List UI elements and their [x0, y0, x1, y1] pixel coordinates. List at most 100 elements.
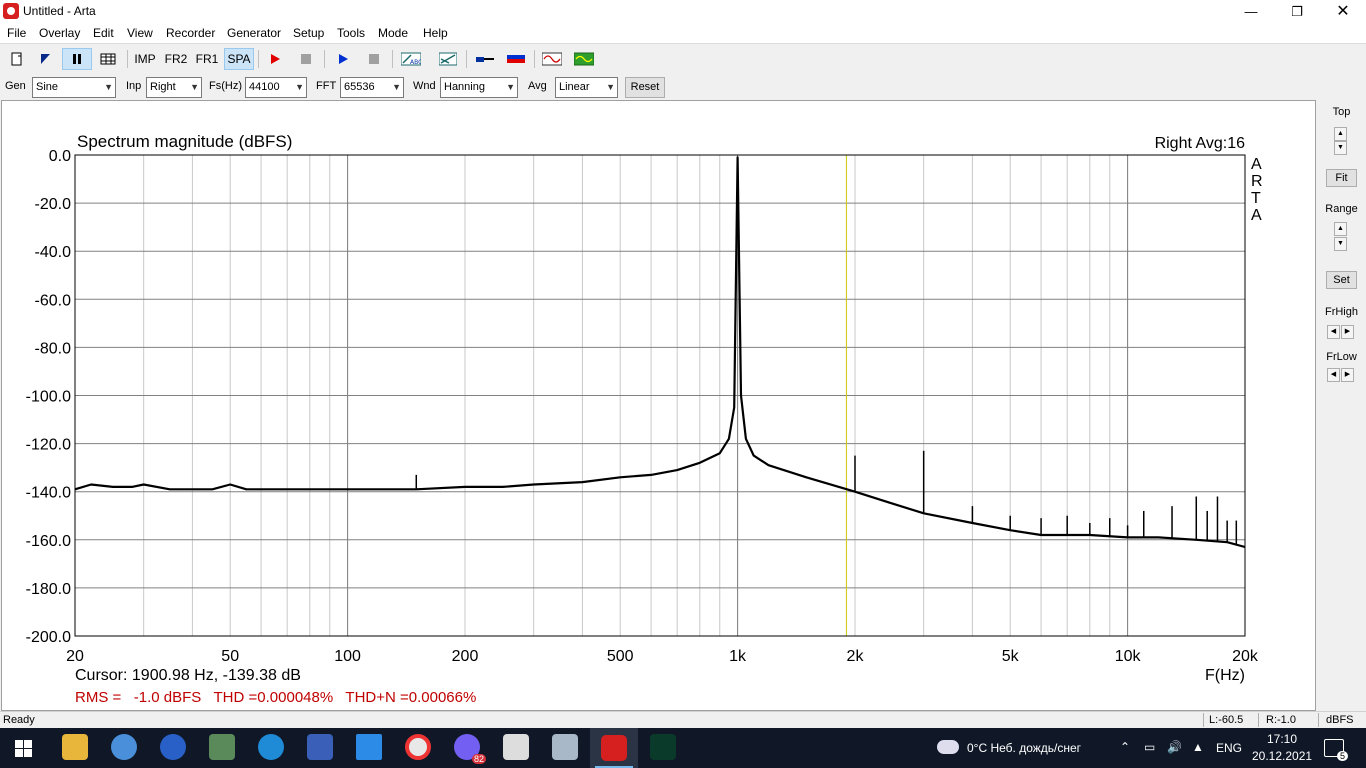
record-play-icon[interactable]	[264, 48, 286, 70]
chrome-browser-icon[interactable]	[405, 734, 431, 760]
usa-app-icon[interactable]	[503, 734, 529, 760]
menu-view[interactable]: View	[127, 26, 153, 40]
y-tick-label: -140.0	[26, 485, 71, 502]
scale-panel: Top ▲ ▼ Fit Range ▲ ▼ Set FrHigh ◀ ▶ FrL…	[1317, 100, 1366, 711]
top-down-arrow-icon[interactable]: ▼	[1334, 141, 1347, 155]
floppy-save-icon[interactable]	[307, 734, 333, 760]
menu-recorder[interactable]: Recorder	[166, 26, 215, 40]
frlow-right-arrow-icon[interactable]: ▶	[1341, 368, 1354, 382]
generator-play-icon[interactable]	[332, 48, 354, 70]
sine-wave-icon[interactable]	[540, 48, 564, 70]
status-separator	[1258, 713, 1259, 727]
y-tick-label: -160.0	[26, 533, 71, 550]
clock-date[interactable]: 20.12.2021	[1252, 749, 1312, 763]
y-tick-label: -180.0	[26, 581, 71, 598]
terminal-app-icon[interactable]	[209, 734, 235, 760]
clock-time[interactable]: 17:10	[1267, 732, 1297, 746]
arta-window: Untitled - Arta — ❐ ✕ File Overlay Edit …	[0, 0, 1366, 768]
frlow-left-arrow-icon[interactable]: ◀	[1327, 368, 1340, 382]
fr2-mode-button[interactable]: FR2	[162, 48, 190, 70]
abc-calibrate-icon[interactable]: ABC	[399, 48, 423, 70]
notification-icon[interactable]: 5	[1324, 739, 1348, 761]
noise-wave-icon[interactable]	[572, 48, 596, 70]
fft-size-select[interactable]: 65536 ▼	[340, 77, 404, 98]
arta-app-icon[interactable]	[3, 3, 19, 19]
file-explorer-icon[interactable]	[62, 734, 88, 760]
pen-app-icon[interactable]	[356, 734, 382, 760]
fr1-mode-button[interactable]: FR1	[193, 48, 221, 70]
battery-icon[interactable]: ▭	[1144, 740, 1155, 754]
new-file-icon[interactable]	[6, 48, 28, 70]
frhigh-left-arrow-icon[interactable]: ◀	[1327, 325, 1340, 339]
generator-stop-icon[interactable]	[363, 48, 385, 70]
menu-tools[interactable]: Tools	[337, 26, 365, 40]
frlow-label: FrLow	[1326, 351, 1357, 363]
printer-app-icon[interactable]	[552, 734, 578, 760]
x-tick-label: 200	[452, 648, 479, 665]
arwin-app-icon[interactable]	[650, 734, 676, 760]
x-tick-label: 50	[221, 648, 239, 665]
edge-browser-icon[interactable]	[258, 734, 284, 760]
record-stop-icon[interactable]	[295, 48, 317, 70]
scope-icon[interactable]	[437, 48, 459, 70]
minimize-icon[interactable]: —	[1228, 0, 1274, 23]
range-up-arrow-icon[interactable]: ▲	[1334, 222, 1347, 236]
watermark-letter: T	[1251, 190, 1261, 207]
x-tick-label: 20k	[1232, 648, 1259, 665]
top-up-arrow-icon[interactable]: ▲	[1334, 127, 1347, 141]
toolbar-separator	[466, 50, 467, 68]
generator-select[interactable]: Sine ▼	[32, 77, 116, 98]
range-label: Range	[1325, 203, 1358, 215]
set-button[interactable]: Set	[1326, 271, 1357, 289]
watermark-letter: R	[1251, 173, 1263, 190]
range-down-arrow-icon[interactable]: ▼	[1334, 237, 1347, 251]
volume-icon[interactable]: 🔊	[1167, 740, 1182, 754]
language-indicator[interactable]: ENG	[1216, 741, 1242, 755]
pause-icon[interactable]	[62, 48, 92, 70]
spectrum-chart-svg[interactable]: Spectrum magnitude (dBFS) Right Avg:16 0…	[2, 101, 1315, 710]
menu-help[interactable]: Help	[423, 26, 448, 40]
spa-mode-button[interactable]: SPA	[224, 48, 254, 70]
spectrum-plot[interactable]: Spectrum magnitude (dBFS) Right Avg:16 0…	[1, 100, 1316, 711]
x-axis-label: F(Hz)	[1205, 667, 1245, 684]
notification-count: 5	[1336, 751, 1348, 761]
weather-app-icon[interactable]	[111, 734, 137, 760]
fit-button[interactable]: Fit	[1326, 169, 1357, 187]
windows-start-icon[interactable]	[15, 740, 33, 761]
audio-app-icon[interactable]	[160, 734, 186, 760]
weather-cloud-icon[interactable]	[937, 740, 959, 754]
x-tick-label: 2k	[847, 648, 865, 665]
open-icon[interactable]	[34, 48, 56, 70]
frhigh-label: FrHigh	[1324, 306, 1358, 318]
maximize-icon[interactable]: ❐	[1274, 0, 1320, 23]
arta-taskbar-button[interactable]	[590, 728, 638, 768]
input-select[interactable]: Right ▼	[146, 77, 202, 98]
averaging-select[interactable]: Linear ▼	[555, 77, 618, 98]
menu-generator[interactable]: Generator	[227, 26, 281, 40]
menu-file[interactable]: File	[7, 26, 26, 40]
spectrum-line	[74, 156, 1246, 549]
reset-button[interactable]: Reset	[625, 77, 665, 98]
grid-icon[interactable]	[96, 48, 120, 70]
channel-avg-info: Right Avg:16	[1155, 135, 1246, 152]
title-bar: Untitled - Arta — ❐ ✕	[0, 0, 1366, 23]
weather-text[interactable]: 0°C Неб. дождь/снег	[967, 741, 1081, 755]
tray-chevron-icon[interactable]: ⌃	[1120, 740, 1130, 754]
viber-app-icon[interactable]: 82	[454, 734, 486, 764]
arta-taskbar-icon	[601, 735, 627, 761]
menu-edit[interactable]: Edit	[93, 26, 114, 40]
toolbar-separator	[392, 50, 393, 68]
menu-overlay[interactable]: Overlay	[39, 26, 80, 40]
svg-text:ABC: ABC	[410, 59, 421, 66]
window-select[interactable]: Hanning ▼	[440, 77, 518, 98]
samplerate-select[interactable]: 44100 ▼	[245, 77, 307, 98]
toolbar-separator	[127, 50, 128, 68]
frhigh-right-arrow-icon[interactable]: ▶	[1341, 325, 1354, 339]
network-icon[interactable]: ▲	[1192, 740, 1204, 754]
menu-setup[interactable]: Setup	[293, 26, 324, 40]
close-icon[interactable]: ✕	[1320, 0, 1366, 23]
menu-mode[interactable]: Mode	[378, 26, 408, 40]
level-meter-icon[interactable]	[504, 48, 528, 70]
connector-icon[interactable]	[473, 48, 497, 70]
imp-mode-button[interactable]: IMP	[132, 48, 158, 70]
